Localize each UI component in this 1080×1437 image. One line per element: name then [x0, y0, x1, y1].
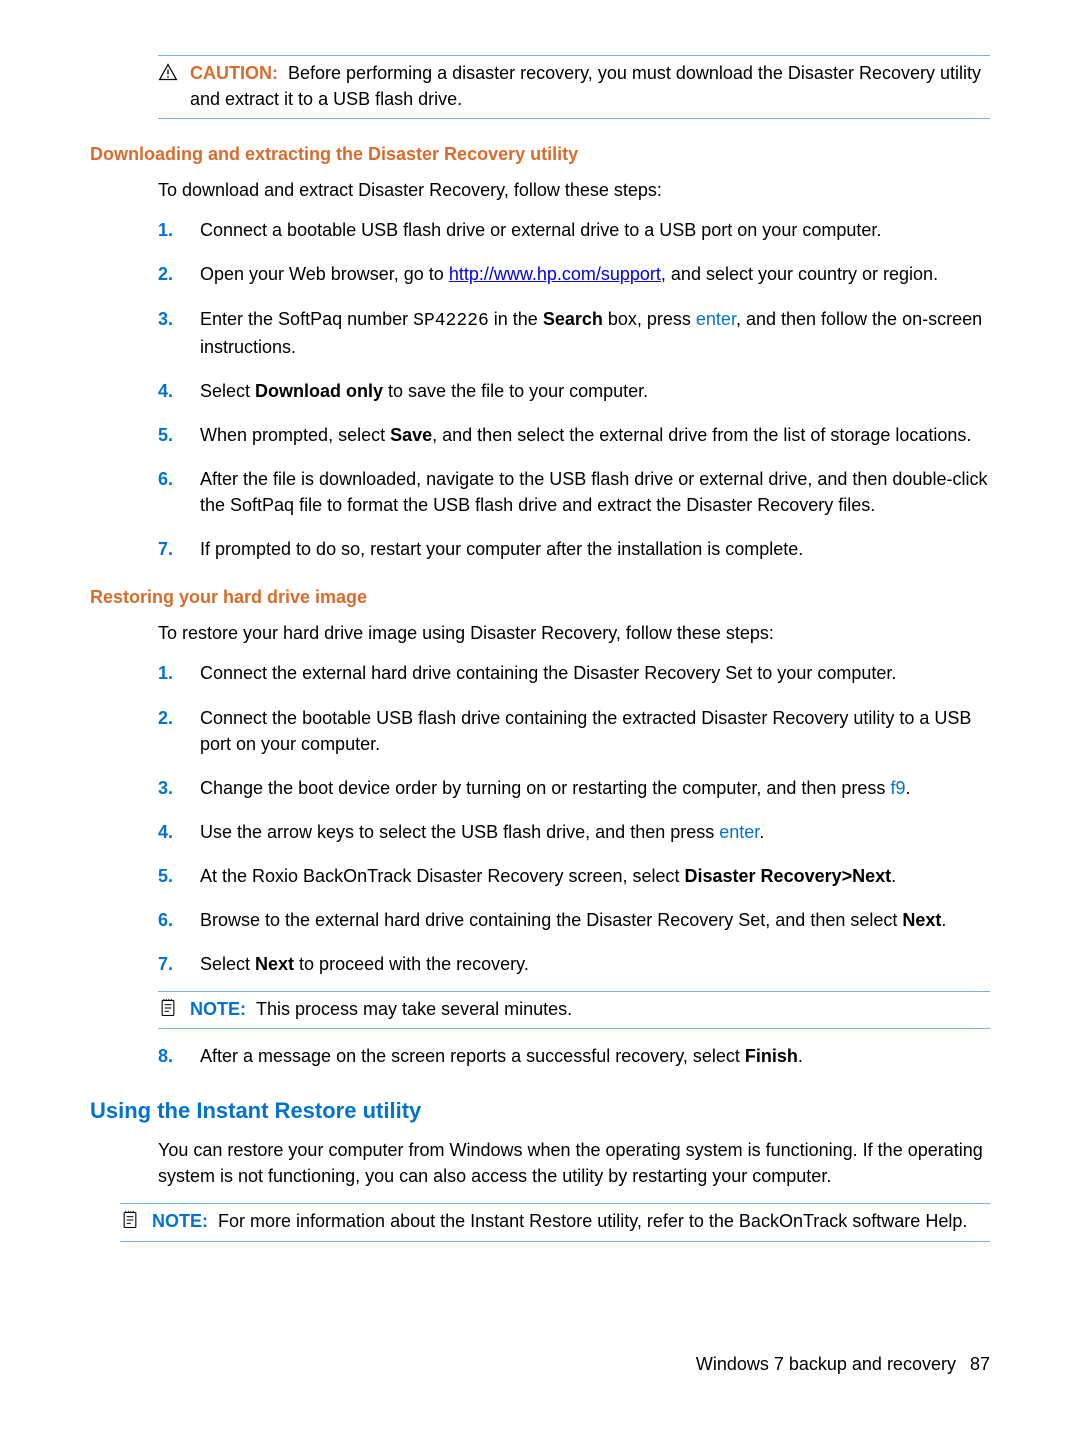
caution-callout: CAUTION: Before performing a disaster re…	[158, 55, 990, 119]
list-item: 2. Connect the bootable USB flash drive c…	[158, 705, 990, 757]
step-number: 6.	[158, 466, 182, 492]
note-callout: NOTE: This process may take several minu…	[158, 991, 990, 1029]
intro-instant-restore: You can restore your computer from Windo…	[158, 1137, 990, 1189]
support-link[interactable]: http://www.hp.com/support	[449, 264, 661, 284]
step-body: Select Next to proceed with the recovery…	[200, 951, 990, 977]
note-icon	[120, 1210, 140, 1230]
step-body: Use the arrow keys to select the USB fla…	[200, 819, 990, 845]
list-item: 5. At the Roxio BackOnTrack Disaster Reco…	[158, 863, 990, 889]
note-body: For more information about the Instant R…	[218, 1211, 967, 1231]
step-number: 7.	[158, 951, 182, 977]
heading-restore-image: Restoring your hard drive image	[90, 584, 990, 610]
key-f9: f9	[890, 778, 905, 798]
list-item: 7. If prompted to do so, restart your com…	[158, 536, 990, 562]
step-body: After the file is downloaded, navigate t…	[200, 466, 990, 518]
step-body: Connect a bootable USB flash drive or ex…	[200, 217, 990, 243]
note-text: NOTE: This process may take several minu…	[190, 996, 990, 1022]
step-body: Connect the bootable USB flash drive con…	[200, 705, 990, 757]
list-item: 6. Browse to the external hard drive cont…	[158, 907, 990, 933]
list-item: 1. Connect a bootable USB flash drive or …	[158, 217, 990, 243]
step-body: After a message on the screen reports a …	[200, 1043, 990, 1069]
intro-restore: To restore your hard drive image using D…	[158, 620, 990, 646]
page-number: 87	[970, 1354, 990, 1374]
note-callout: NOTE: For more information about the Ins…	[120, 1203, 990, 1241]
note-icon	[158, 998, 178, 1018]
step-body: At the Roxio BackOnTrack Disaster Recove…	[200, 863, 990, 889]
list-item: 1. Connect the external hard drive contai…	[158, 660, 990, 686]
list-item: 6. After the file is downloaded, navigate…	[158, 466, 990, 518]
step-number: 2.	[158, 261, 182, 287]
step-number: 5.	[158, 863, 182, 889]
page-content: CAUTION: Before performing a disaster re…	[90, 55, 990, 1242]
list-item: 3. Enter the SoftPaq number SP42226 in th…	[158, 306, 990, 360]
step-body: Enter the SoftPaq number SP42226 in the …	[200, 306, 990, 360]
heading-download-extract: Downloading and extracting the Disaster …	[90, 141, 990, 167]
intro-download: To download and extract Disaster Recover…	[158, 177, 990, 203]
step-body: Change the boot device order by turning …	[200, 775, 990, 801]
note-body: This process may take several minutes.	[256, 999, 572, 1019]
key-enter: enter	[719, 822, 759, 842]
step-body: When prompted, select Save, and then sel…	[200, 422, 990, 448]
caution-icon	[158, 62, 178, 82]
step-number: 7.	[158, 536, 182, 562]
note-text: NOTE: For more information about the Ins…	[152, 1208, 990, 1234]
step-number: 1.	[158, 660, 182, 686]
step-number: 4.	[158, 819, 182, 845]
page-footer: Windows 7 backup and recovery 87	[696, 1351, 990, 1377]
step-body: Connect the external hard drive containi…	[200, 660, 990, 686]
caution-label: CAUTION:	[190, 63, 278, 83]
step-number: 4.	[158, 378, 182, 404]
note-label: NOTE:	[190, 999, 246, 1019]
list-item: 4. Select Download only to save the file …	[158, 378, 990, 404]
step-body: Open your Web browser, go to http://www.…	[200, 261, 990, 287]
step-number: 3.	[158, 306, 182, 332]
step-body: If prompted to do so, restart your compu…	[200, 536, 990, 562]
step-number: 3.	[158, 775, 182, 801]
note-label: NOTE:	[152, 1211, 208, 1231]
step-number: 2.	[158, 705, 182, 731]
step-number: 8.	[158, 1043, 182, 1069]
steps-restore: 1. Connect the external hard drive contai…	[158, 660, 990, 977]
steps-download: 1. Connect a bootable USB flash drive or …	[158, 217, 990, 562]
key-enter: enter	[696, 309, 736, 329]
list-item: 7. Select Next to proceed with the recove…	[158, 951, 990, 977]
footer-text: Windows 7 backup and recovery	[696, 1354, 956, 1374]
step-number: 5.	[158, 422, 182, 448]
softpaq-code: SP42226	[413, 311, 489, 331]
step-body: Browse to the external hard drive contai…	[200, 907, 990, 933]
step-number: 1.	[158, 217, 182, 243]
list-item: 2. Open your Web browser, go to http://ww…	[158, 261, 990, 287]
caution-body: Before performing a disaster recovery, y…	[190, 63, 981, 109]
heading-instant-restore: Using the Instant Restore utility	[90, 1095, 990, 1127]
step-body: Select Download only to save the file to…	[200, 378, 990, 404]
caution-text: CAUTION: Before performing a disaster re…	[190, 60, 990, 112]
step-number: 6.	[158, 907, 182, 933]
steps-restore-cont: 8. After a message on the screen reports …	[158, 1043, 990, 1069]
list-item: 3. Change the boot device order by turnin…	[158, 775, 990, 801]
list-item: 8. After a message on the screen reports …	[158, 1043, 990, 1069]
list-item: 5. When prompted, select Save, and then s…	[158, 422, 990, 448]
list-item: 4. Use the arrow keys to select the USB f…	[158, 819, 990, 845]
